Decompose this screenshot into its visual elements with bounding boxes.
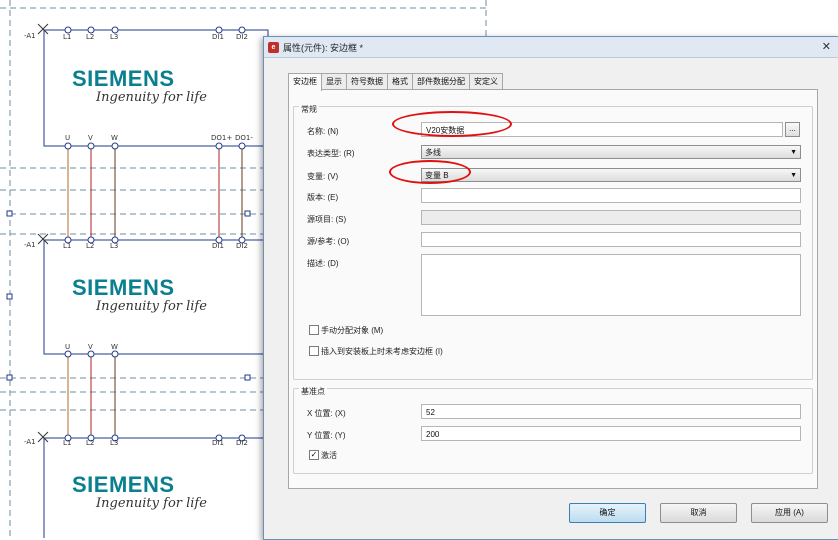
repr-select[interactable]: 多线 ▼ (421, 145, 801, 159)
terminal-label: L2 (86, 242, 95, 250)
tab-format[interactable]: 格式 (387, 73, 413, 89)
terminal-label: DI2 (236, 439, 248, 447)
device-label: -A1 (24, 32, 36, 40)
dialog-title: 属性(元件): 安边框 * (283, 42, 363, 53)
description-label: 描述: (D) (307, 259, 339, 268)
ignore-frame-checkbox[interactable] (309, 346, 319, 356)
terminal-label: W (111, 134, 118, 142)
name-label: 名称: (N) (307, 127, 339, 136)
cancel-button[interactable]: 取消 (660, 503, 737, 523)
siemens-logo: SIEMENS (72, 472, 175, 497)
ignore-frame-label: 插入到安装板上时未考虑安边框 (I) (321, 347, 443, 356)
terminal-label: DI1 (212, 242, 224, 250)
siemens-logo: SIEMENS (72, 66, 175, 91)
terminal-label: U (65, 343, 71, 351)
ok-button[interactable]: 确定 (569, 503, 646, 523)
terminal-label: DO1- (235, 134, 253, 142)
terminal-label: L3 (110, 242, 119, 250)
y-position-field[interactable]: 200 (421, 426, 801, 441)
terminal-label: L3 (110, 33, 119, 41)
name-field[interactable]: V20安数据 (421, 122, 783, 137)
variant-select[interactable]: 变量 B ▼ (421, 168, 801, 182)
terminal-label: U (65, 134, 71, 142)
apply-button[interactable]: 应用 (A) (751, 503, 828, 523)
x-position-field[interactable]: 52 (421, 404, 801, 419)
source-ref-field[interactable] (421, 232, 801, 247)
properties-dialog: e 属性(元件): 安边框 * ✕ 安边框 显示 符号数据 格式 部件数据分配 … (263, 36, 838, 540)
variant-select-value: 变量 B (425, 171, 449, 180)
eplan-app-icon: e (268, 41, 279, 53)
version-field[interactable] (421, 188, 801, 203)
terminal-label: DI1 (212, 33, 224, 41)
terminal-label: L1 (63, 33, 72, 41)
terminal-label: L1 (63, 242, 72, 250)
terminal-label: L3 (110, 439, 119, 447)
siemens-logo-block: SIEMENS Ingenuity for life (72, 277, 232, 315)
repr-select-value: 多线 (425, 148, 441, 157)
general-group-title: 常规 (299, 104, 319, 115)
terminal-label: DO1+ (211, 134, 233, 142)
device-label: -A1 (24, 241, 36, 249)
name-browse-button[interactable]: ... (785, 122, 800, 137)
close-icon[interactable]: ✕ (822, 40, 831, 53)
siemens-logo-block: SIEMENS Ingenuity for life (72, 68, 232, 106)
terminal-label: V (88, 343, 93, 351)
siemens-tagline: Ingenuity for life (96, 90, 207, 105)
terminal-label: W (111, 343, 118, 351)
device-label: -A1 (24, 438, 36, 446)
tab-strip: 安边框 显示 符号数据 格式 部件数据分配 安定义 (288, 73, 503, 91)
repr-label: 表达类型: (R) (307, 149, 355, 158)
terminal-label: V (88, 134, 93, 142)
y-position-label: Y 位置: (Y) (307, 431, 346, 440)
tab-panel: 常规 名称: (N) V20安数据 ... 表达类型: (R) 多线 ▼ 变量:… (288, 89, 818, 489)
version-label: 版本: (E) (307, 193, 339, 202)
tab-part-assignment[interactable]: 部件数据分配 (412, 73, 470, 89)
source-project-field (421, 210, 801, 225)
chevron-down-icon: ▼ (790, 149, 797, 156)
manual-assign-label: 手动分配对象 (M) (321, 326, 384, 335)
dialog-titlebar[interactable]: e 属性(元件): 安边框 * ✕ (264, 37, 838, 58)
source-ref-label: 源/参考: (O) (307, 237, 350, 246)
active-checkbox[interactable]: ✓ (309, 450, 319, 460)
tab-symbol-data[interactable]: 符号数据 (346, 73, 388, 89)
tab-frame[interactable]: 安边框 (288, 73, 322, 91)
variant-label: 变量: (V) (307, 172, 339, 181)
base-point-group-title: 基准点 (299, 386, 327, 397)
siemens-tagline: Ingenuity for life (96, 496, 207, 511)
terminal-label: DI1 (212, 439, 224, 447)
tab-definition[interactable]: 安定义 (469, 73, 503, 89)
description-field[interactable] (421, 254, 801, 316)
terminal-label: DI2 (236, 33, 248, 41)
siemens-tagline: Ingenuity for life (96, 299, 207, 314)
source-project-label: 源项目: (S) (307, 215, 347, 224)
x-position-label: X 位置: (X) (307, 409, 346, 418)
siemens-logo: SIEMENS (72, 275, 175, 300)
siemens-logo-block: SIEMENS Ingenuity for life (72, 474, 232, 512)
active-label: 激活 (321, 451, 337, 460)
manual-assign-checkbox[interactable] (309, 325, 319, 335)
terminal-label: L1 (63, 439, 72, 447)
terminal-label: L2 (86, 439, 95, 447)
terminal-label: DI2 (236, 242, 248, 250)
terminal-label: L2 (86, 33, 95, 41)
tab-display[interactable]: 显示 (321, 73, 347, 89)
chevron-down-icon: ▼ (790, 172, 797, 179)
